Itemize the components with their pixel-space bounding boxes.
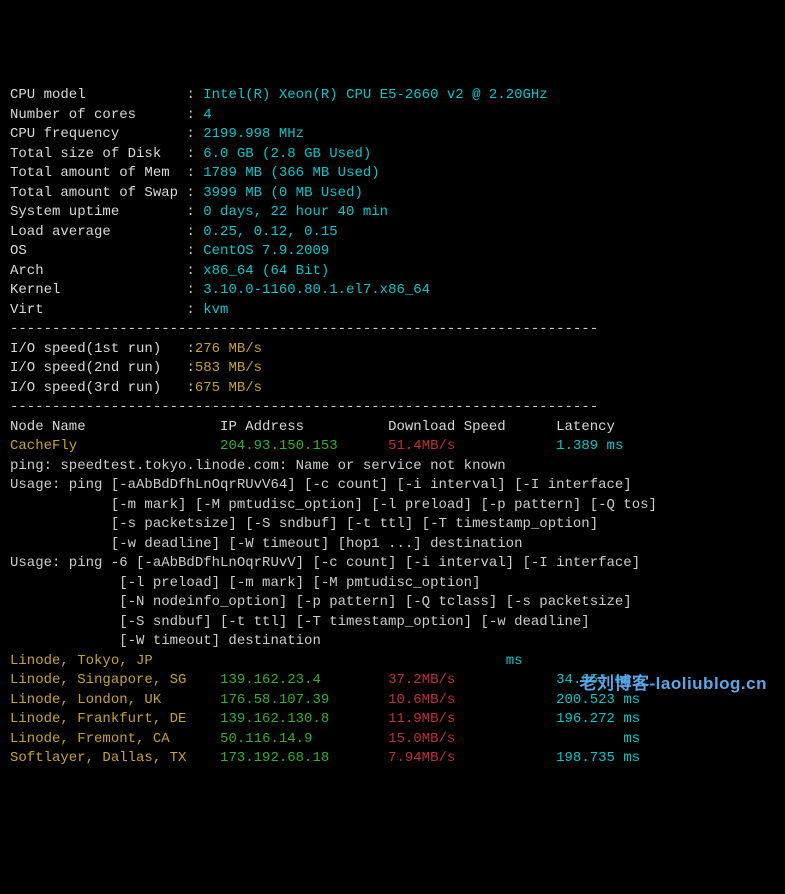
table-row: Softlayer, Dallas, TX 173.192.68.18 7.94… [10, 750, 640, 766]
divider: ----------------------------------------… [10, 321, 598, 337]
sys-row: System uptime : 0 days, 22 hour 40 min [10, 204, 388, 220]
usage-line: [-S sndbuf] [-t ttl] [-T timestamp_optio… [10, 614, 590, 630]
usage-line: Usage: ping [-aAbBdDfhLnOqrRUvV64] [-c c… [10, 477, 632, 493]
table-row: Linode, Fremont, CA 50.116.14.9 15.0MB/s… [10, 731, 640, 747]
table-header: Node Name IP Address Download Speed Late… [10, 419, 615, 435]
table-row: Linode, Frankfurt, DE 139.162.130.8 11.9… [10, 711, 640, 727]
usage-line: [-m mark] [-M pmtudisc_option] [-l prelo… [10, 497, 657, 513]
table-row: Linode, Singapore, SG 139.162.23.4 37.2M… [10, 672, 632, 688]
usage-line: [-W timeout] destination [10, 633, 321, 649]
usage-line: Usage: ping -6 [-aAbBdDfhLnOqrRUvV] [-c … [10, 555, 640, 571]
table-row: Linode, Tokyo, JP ms [10, 653, 523, 669]
usage-line: [-N nodeinfo_option] [-p pattern] [-Q tc… [10, 594, 632, 610]
error-line: ping: speedtest.tokyo.linode.com: Name o… [10, 458, 506, 474]
sys-row: Arch : x86_64 (64 Bit) [10, 263, 329, 279]
table-row: CacheFly 204.93.150.153 51.4MB/s 1.389 m… [10, 438, 623, 454]
sys-row: CPU frequency : 2199.998 MHz [10, 126, 304, 142]
sys-row: Number of cores : 4 [10, 107, 212, 123]
usage-line: [-s packetsize] [-S sndbuf] [-t ttl] [-T… [10, 516, 598, 532]
sys-row: OS : CentOS 7.9.2009 [10, 243, 329, 259]
sys-row: Kernel : 3.10.0-1160.80.1.el7.x86_64 [10, 282, 430, 298]
sys-row: Load average : 0.25, 0.12, 0.15 [10, 224, 338, 240]
sys-row: Total amount of Swap : 3999 MB (0 MB Use… [10, 185, 363, 201]
io-row: I/O speed(3rd run) :675 MB/s [10, 380, 262, 396]
sys-row: Total size of Disk : 6.0 GB (2.8 GB Used… [10, 146, 371, 162]
sys-row: CPU model : Intel(R) Xeon(R) CPU E5-2660… [10, 87, 548, 103]
sys-row: Total amount of Mem : 1789 MB (366 MB Us… [10, 165, 380, 181]
usage-line: [-w deadline] [-W timeout] [hop1 ...] de… [10, 536, 522, 552]
io-row: I/O speed(1st run) :276 MB/s [10, 341, 262, 357]
table-row: Linode, London, UK 176.58.107.39 10.6MB/… [10, 692, 640, 708]
sys-row: Virt : kvm [10, 302, 228, 318]
divider: ----------------------------------------… [10, 399, 598, 415]
usage-line: [-l preload] [-m mark] [-M pmtudisc_opti… [10, 575, 480, 591]
io-row: I/O speed(2nd run) :583 MB/s [10, 360, 262, 376]
